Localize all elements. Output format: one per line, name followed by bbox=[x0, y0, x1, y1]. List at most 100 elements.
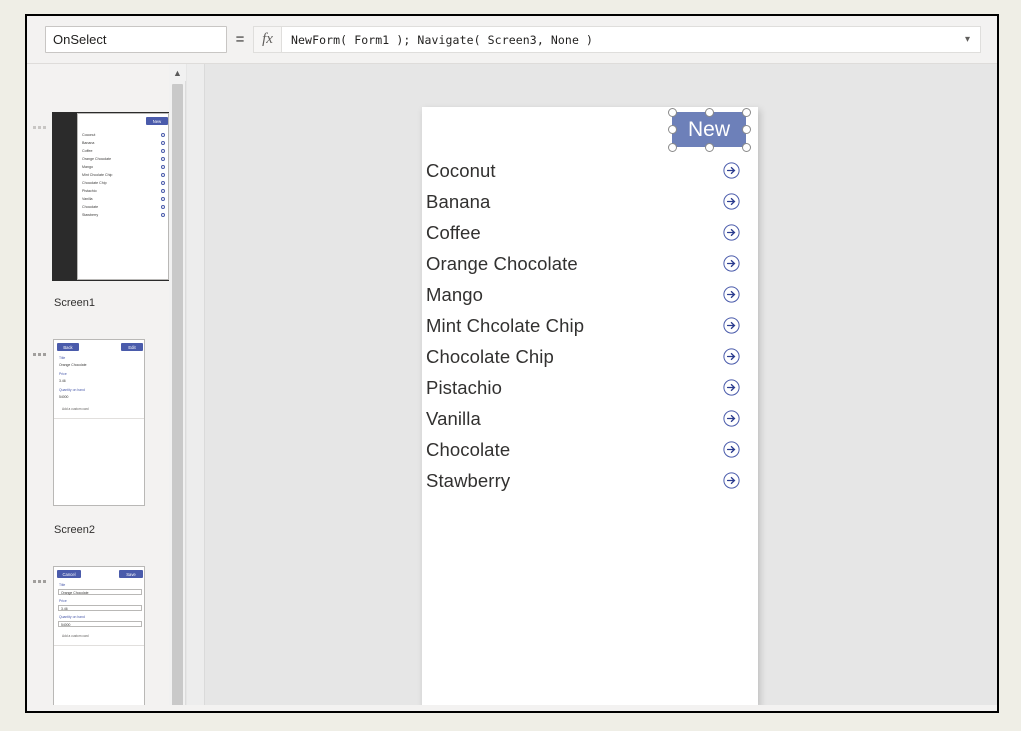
formula-input[interactable]: NewForm( Form1 ); Navigate( Screen3, Non… bbox=[281, 26, 981, 53]
mini-list-item: Vanilla bbox=[82, 197, 93, 201]
gallery-item-label: Pistachio bbox=[426, 376, 502, 398]
mini-list-item: Pistachio bbox=[82, 189, 97, 193]
circle-arrow-right-icon[interactable] bbox=[723, 379, 740, 396]
circle-arrow-right-icon bbox=[161, 133, 165, 137]
resize-handle-bottom-right[interactable] bbox=[741, 142, 751, 152]
circle-arrow-right-icon[interactable] bbox=[723, 193, 740, 210]
resize-handle-middle-left[interactable] bbox=[667, 125, 677, 134]
gallery-row[interactable]: Vanilla bbox=[422, 403, 758, 434]
chevron-up-icon[interactable]: ▲ bbox=[169, 64, 186, 81]
gallery-item-label: Vanilla bbox=[426, 407, 481, 429]
mini-list-item: Mango bbox=[82, 165, 93, 169]
gallery-row[interactable]: Coconut bbox=[422, 155, 758, 186]
rail-scrollbar[interactable]: ▲ bbox=[169, 64, 186, 711]
mini-field-value: 54000 bbox=[61, 623, 71, 627]
canvas-area: New Coconut Banana Coffee Orange Chocola… bbox=[187, 64, 997, 711]
resize-handle-bottom-center[interactable] bbox=[704, 142, 714, 152]
new-button[interactable]: New bbox=[672, 112, 746, 147]
thumbnail-screen-body: New Coconut Banana Coffee Orange Chocola… bbox=[77, 113, 169, 280]
more-options-icon[interactable] bbox=[30, 120, 48, 134]
mini-list-item: Coffee bbox=[82, 149, 93, 153]
gallery[interactable]: Coconut Banana Coffee Orange Chocolate M… bbox=[422, 155, 758, 496]
gallery-row[interactable]: Coffee bbox=[422, 217, 758, 248]
circle-arrow-right-icon bbox=[161, 189, 165, 193]
mini-add-custom-card: Add a custom card bbox=[62, 634, 89, 638]
mini-save-button: Save bbox=[119, 570, 143, 578]
gallery-row[interactable]: Chocolate Chip bbox=[422, 341, 758, 372]
gallery-row[interactable]: Chocolate bbox=[422, 434, 758, 465]
chevron-down-icon[interactable]: ▾ bbox=[965, 34, 970, 45]
circle-arrow-right-icon bbox=[161, 173, 165, 177]
mini-field-value: Orange Chocolate bbox=[61, 591, 89, 595]
gallery-row[interactable]: Pistachio bbox=[422, 372, 758, 403]
mini-list-item: Banana bbox=[82, 141, 95, 145]
circle-arrow-right-icon bbox=[161, 181, 165, 185]
resize-handle-top-left[interactable] bbox=[667, 107, 677, 117]
mini-field-label: Price bbox=[59, 599, 67, 603]
mini-list-item: Coconut bbox=[82, 133, 96, 137]
resize-handle-middle-right[interactable] bbox=[741, 125, 751, 134]
mini-cancel-button: Cancel bbox=[57, 570, 81, 578]
circle-arrow-right-icon[interactable] bbox=[723, 255, 740, 272]
mini-list-item: Mint Chcolate Chip bbox=[82, 173, 113, 177]
circle-arrow-right-icon[interactable] bbox=[723, 317, 740, 334]
canvas-gutter bbox=[187, 64, 205, 711]
window-bottom-strip bbox=[27, 705, 997, 711]
mini-field-label: Title bbox=[59, 583, 66, 587]
circle-arrow-right-icon[interactable] bbox=[723, 224, 740, 241]
mini-back-button: Back bbox=[57, 343, 79, 351]
mini-edit-button: Edit bbox=[121, 343, 143, 351]
circle-arrow-right-icon bbox=[161, 165, 165, 169]
resize-handle-top-center[interactable] bbox=[704, 107, 714, 117]
circle-arrow-right-icon[interactable] bbox=[723, 286, 740, 303]
gallery-item-label: Stawberry bbox=[426, 469, 511, 491]
resize-handle-bottom-left[interactable] bbox=[667, 142, 677, 152]
circle-arrow-right-icon bbox=[161, 141, 165, 145]
circle-arrow-right-icon[interactable] bbox=[723, 162, 740, 179]
mini-field-input: 54000 bbox=[58, 621, 142, 627]
app-canvas[interactable]: New Coconut Banana Coffee Orange Chocola… bbox=[422, 107, 758, 706]
thumbnail-screen-body: Back Edit Title Orange Chocolate Price 3… bbox=[53, 339, 145, 506]
circle-arrow-right-icon bbox=[161, 213, 165, 217]
mini-list-item: Chocolate bbox=[82, 205, 99, 209]
circle-arrow-right-icon[interactable] bbox=[723, 348, 740, 365]
fx-glyph: fx bbox=[262, 31, 273, 47]
gallery-item-label: Chocolate bbox=[426, 438, 511, 460]
property-select[interactable]: OnSelect bbox=[45, 26, 227, 53]
mini-field-label: Price bbox=[59, 372, 67, 376]
mini-field-input: Orange Chocolate bbox=[58, 589, 142, 595]
mini-field-value: 3.46 bbox=[61, 607, 68, 611]
resize-handle-top-right[interactable] bbox=[741, 107, 751, 117]
scrollbar-thumb[interactable] bbox=[172, 84, 183, 709]
mini-field-value: 3.46 bbox=[59, 379, 66, 383]
divider bbox=[54, 645, 144, 646]
mini-list-item: Stawberry bbox=[82, 213, 99, 217]
more-options-icon[interactable] bbox=[30, 574, 48, 588]
gallery-item-label: Chocolate Chip bbox=[426, 345, 554, 367]
thumbnail-screen-body: Cancel Save Title Orange Chocolate Price… bbox=[53, 566, 145, 711]
circle-arrow-right-icon[interactable] bbox=[723, 410, 740, 427]
circle-arrow-right-icon[interactable] bbox=[723, 441, 740, 458]
circle-arrow-right-icon[interactable] bbox=[723, 472, 740, 489]
circle-arrow-right-icon bbox=[161, 157, 165, 161]
gallery-row[interactable]: Stawberry bbox=[422, 465, 758, 496]
mini-add-custom-card: Add a custom card bbox=[62, 407, 89, 411]
gallery-row[interactable]: Orange Chocolate bbox=[422, 248, 758, 279]
screen-label: Screen1 bbox=[54, 297, 95, 309]
circle-arrow-right-icon bbox=[161, 205, 165, 209]
mini-field-value: Orange Chocolate bbox=[59, 363, 87, 367]
gallery-item-label: Orange Chocolate bbox=[426, 252, 578, 274]
mini-field-input: 3.46 bbox=[58, 605, 142, 611]
gallery-item-label: Mango bbox=[426, 283, 484, 305]
gallery-row[interactable]: Banana bbox=[422, 186, 758, 217]
more-options-icon[interactable] bbox=[30, 347, 48, 361]
workspace: New Coconut Banana Coffee Orange Chocola… bbox=[27, 64, 997, 711]
gallery-row[interactable]: Mango bbox=[422, 279, 758, 310]
mini-field-label: Title bbox=[59, 356, 66, 360]
gallery-row[interactable]: Mint Chcolate Chip bbox=[422, 310, 758, 341]
mini-field-label: Quantity on hand bbox=[59, 615, 85, 619]
divider bbox=[54, 418, 144, 419]
screen-thumbnail-rail[interactable]: New Coconut Banana Coffee Orange Chocola… bbox=[27, 64, 169, 711]
gallery-item-label: Coffee bbox=[426, 221, 481, 243]
equals-sign: = bbox=[235, 31, 245, 48]
